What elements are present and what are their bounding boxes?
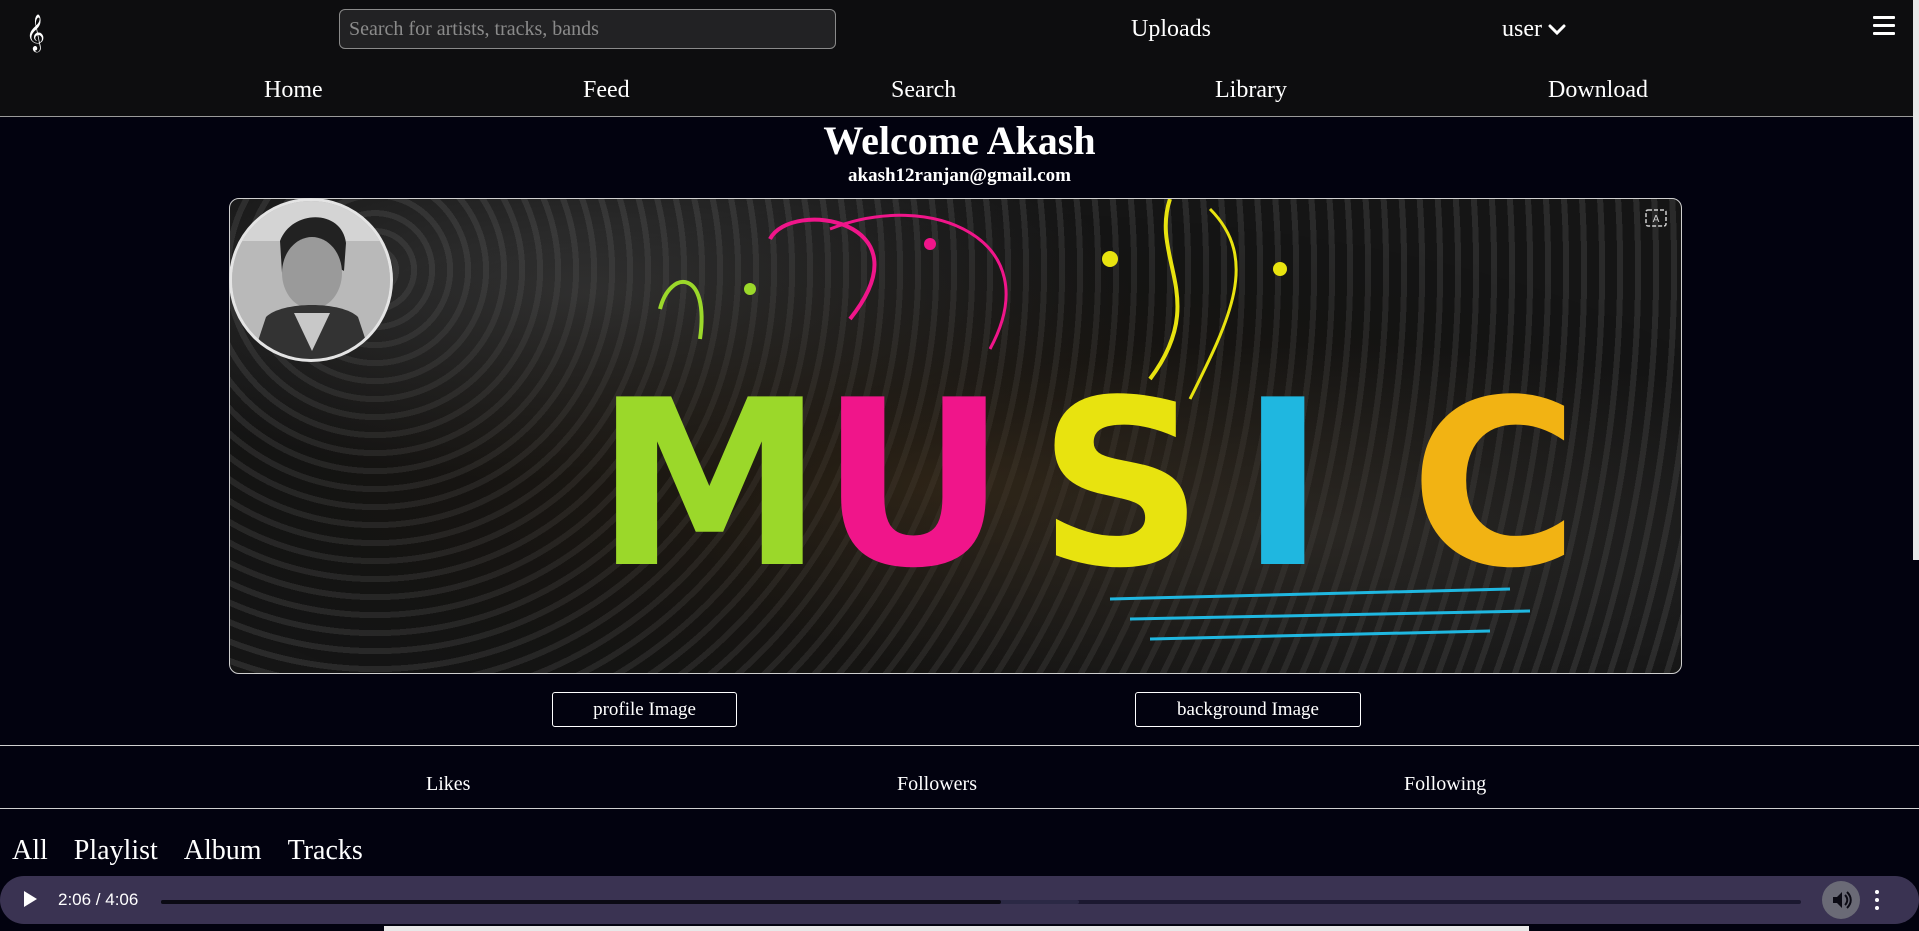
profile-photo: [232, 201, 390, 359]
banner-letter-c: C: [1410, 352, 1579, 619]
music-banner-art: M U S I C: [230, 199, 1681, 673]
volume-button[interactable]: [1822, 881, 1860, 919]
uploads-link[interactable]: Uploads: [1131, 14, 1211, 44]
volume-icon: [1833, 891, 1852, 909]
profile-image-button[interactable]: profile Image: [552, 692, 737, 727]
user-email: akash12ranjan@gmail.com: [848, 165, 1071, 186]
more-options-icon[interactable]: [1875, 890, 1881, 912]
hamburger-icon[interactable]: [1873, 16, 1895, 38]
audio-player: 2:06 / 4:06: [0, 876, 1919, 924]
stats-bar: Likes Followers Following: [0, 745, 1919, 809]
banner-letter-i: I: [1240, 352, 1326, 619]
progress-slider[interactable]: [161, 900, 1801, 904]
banner-letter-u: U: [820, 352, 1007, 619]
nav-library[interactable]: Library: [1215, 76, 1287, 104]
nav-home[interactable]: Home: [264, 76, 323, 104]
avatar[interactable]: [229, 198, 393, 362]
top-bar: 𝄞 Uploads user: [0, 0, 1919, 60]
svg-text:A: A: [1653, 214, 1660, 225]
page-title: Welcome Akash: [823, 118, 1096, 163]
tab-tracks[interactable]: Tracks: [288, 835, 363, 867]
nav-feed[interactable]: Feed: [583, 76, 630, 104]
user-menu[interactable]: user: [1502, 14, 1566, 44]
horizontal-scrollbar[interactable]: [384, 926, 1529, 931]
following-tab[interactable]: Following: [1404, 772, 1486, 796]
image-text-icon[interactable]: A: [1645, 209, 1667, 227]
background-banner: M U S I C A: [229, 198, 1682, 674]
vertical-scrollbar[interactable]: [1913, 0, 1919, 560]
background-image-button[interactable]: background Image: [1135, 692, 1361, 727]
play-icon[interactable]: [24, 891, 37, 907]
tab-playlist[interactable]: Playlist: [74, 835, 158, 867]
banner-letter-s: S: [1038, 352, 1204, 619]
nav-download[interactable]: Download: [1548, 76, 1648, 104]
search-input[interactable]: [339, 9, 836, 49]
followers-tab[interactable]: Followers: [897, 772, 977, 796]
tab-album[interactable]: Album: [184, 835, 262, 867]
nav-search[interactable]: Search: [891, 76, 956, 104]
content-tabs: All Playlist Album Tracks: [12, 835, 389, 867]
progress-fill: [161, 900, 1001, 904]
banner-letter-m: M: [595, 352, 824, 619]
user-label: user: [1502, 16, 1542, 42]
time-display: 2:06 / 4:06: [58, 890, 139, 909]
tab-all[interactable]: All: [12, 835, 48, 867]
likes-tab[interactable]: Likes: [426, 772, 470, 796]
treble-clef-icon[interactable]: 𝄞: [26, 14, 45, 50]
chevron-down-icon: [1548, 24, 1566, 36]
main-nav: Home Feed Search Library Download: [0, 60, 1919, 117]
